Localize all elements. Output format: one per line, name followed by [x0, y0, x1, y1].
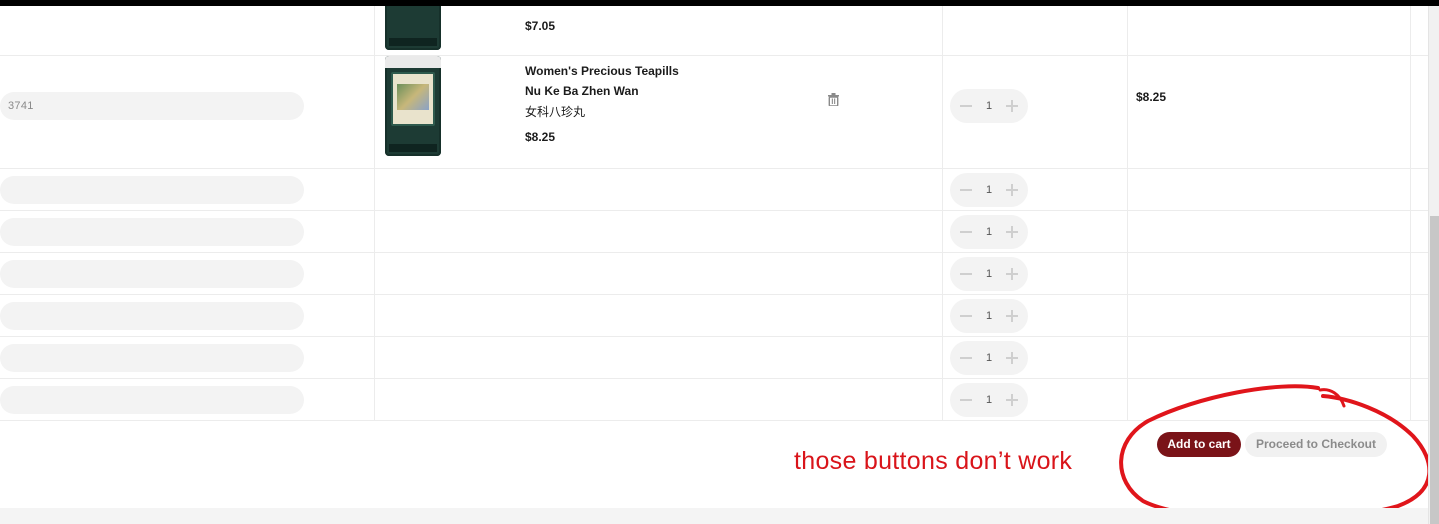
quantity-value[interactable]: 1: [986, 100, 992, 112]
quantity-stepper[interactable]: 1: [950, 383, 1028, 417]
footer-band: [0, 508, 1428, 524]
quantity-value[interactable]: 1: [986, 394, 992, 406]
sku-input[interactable]: [0, 386, 304, 414]
quantity-value[interactable]: 1: [986, 268, 992, 280]
quantity-value[interactable]: 1: [986, 184, 992, 196]
cart-page: $7.05 3741 Women's Precious Teapills Nu …: [0, 6, 1428, 524]
minus-icon[interactable]: [958, 224, 974, 240]
quantity-value[interactable]: 1: [986, 310, 992, 322]
product-pinyin: Nu Ke Ba Zhen Wan: [525, 84, 639, 98]
minus-icon[interactable]: [958, 392, 974, 408]
sku-input[interactable]: [0, 344, 304, 372]
minus-icon[interactable]: [958, 182, 974, 198]
line-subtotal: $8.25: [1136, 90, 1167, 104]
table-row-previous: $7.05: [0, 6, 1428, 56]
sku-input[interactable]: [0, 218, 304, 246]
plus-icon[interactable]: [1004, 392, 1020, 408]
product-image-previous[interactable]: [385, 6, 441, 50]
quantity-stepper[interactable]: 1: [950, 89, 1028, 123]
add-to-cart-button[interactable]: Add to cart: [1157, 432, 1241, 457]
quantity-stepper[interactable]: 1: [950, 257, 1028, 291]
product-price: $8.25: [525, 130, 556, 144]
minus-icon[interactable]: [958, 350, 974, 366]
quantity-value[interactable]: 1: [986, 226, 992, 238]
annotation-text: those buttons don’t work: [794, 447, 1073, 475]
minus-icon[interactable]: [958, 308, 974, 324]
minus-icon[interactable]: [958, 266, 974, 282]
quantity-stepper[interactable]: 1: [950, 173, 1028, 207]
previous-product-price: $7.05: [525, 19, 556, 33]
quantity-stepper[interactable]: 1: [950, 215, 1028, 249]
sku-input[interactable]: [0, 260, 304, 288]
minus-icon[interactable]: [958, 98, 974, 114]
plus-icon[interactable]: [1004, 266, 1020, 282]
scrollbar[interactable]: [1428, 6, 1439, 524]
quantity-value[interactable]: 1: [986, 352, 992, 364]
sku-input[interactable]: 3741: [0, 92, 304, 120]
plus-icon[interactable]: [1004, 224, 1020, 240]
sku-input[interactable]: [0, 176, 304, 204]
product-name[interactable]: Women's Precious Teapills: [525, 64, 679, 78]
sku-input[interactable]: [0, 302, 304, 330]
plus-icon[interactable]: [1004, 182, 1020, 198]
plus-icon[interactable]: [1004, 98, 1020, 114]
quantity-stepper[interactable]: 1: [950, 341, 1028, 375]
trash-icon[interactable]: [828, 93, 839, 106]
product-image[interactable]: [385, 56, 441, 156]
plus-icon[interactable]: [1004, 308, 1020, 324]
quantity-stepper[interactable]: 1: [950, 299, 1028, 333]
plus-icon[interactable]: [1004, 350, 1020, 366]
proceed-to-checkout-button[interactable]: Proceed to Checkout: [1245, 432, 1387, 457]
scrollbar-thumb[interactable]: [1430, 216, 1439, 524]
product-chinese-name: 女科八珍丸: [525, 105, 586, 119]
